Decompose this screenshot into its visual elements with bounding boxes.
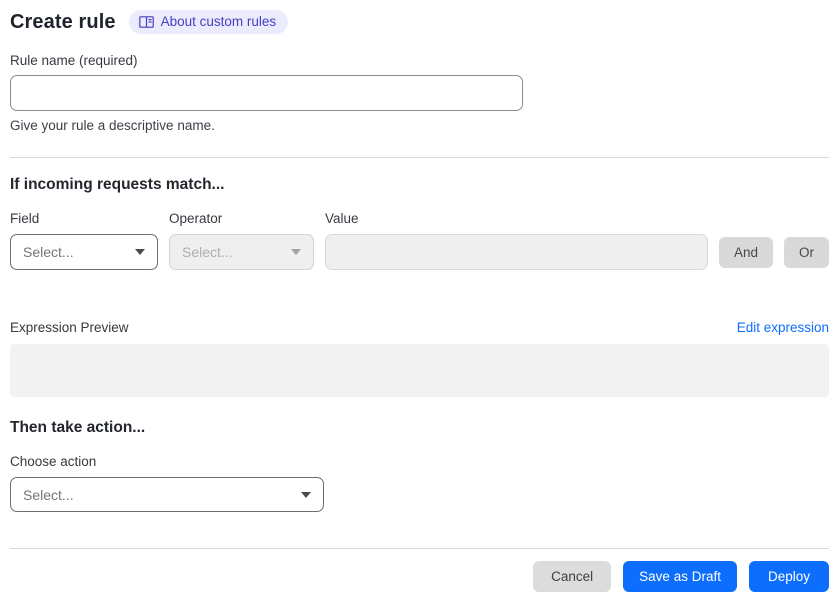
operator-label: Operator	[169, 211, 223, 226]
footer-actions: Cancel Save as Draft Deploy	[10, 561, 829, 592]
operator-select: Select...	[169, 234, 314, 270]
footer-divider	[10, 548, 829, 549]
match-condition-row: Field Select... Operator Select... Value…	[10, 211, 829, 270]
field-column: Field Select...	[10, 211, 158, 270]
expression-preview-row: Expression Preview Edit expression	[10, 320, 829, 335]
save-as-draft-button[interactable]: Save as Draft	[623, 561, 737, 592]
expression-preview-box	[10, 344, 829, 397]
operator-column: Operator Select...	[169, 211, 314, 270]
cancel-button[interactable]: Cancel	[533, 561, 612, 592]
book-icon	[138, 15, 154, 28]
chevron-down-icon	[135, 249, 145, 255]
field-select-placeholder: Select...	[23, 244, 74, 260]
value-input	[325, 234, 708, 270]
page-title: Create rule	[10, 10, 116, 33]
field-select[interactable]: Select...	[10, 234, 158, 270]
header: Create rule About custom rules	[10, 10, 829, 34]
rule-name-input[interactable]	[10, 75, 523, 111]
choose-action-label: Choose action	[10, 454, 97, 469]
section-divider	[10, 157, 829, 158]
rule-name-helper-text: Give your rule a descriptive name.	[10, 118, 215, 133]
about-custom-rules-badge[interactable]: About custom rules	[128, 10, 289, 34]
match-section-heading: If incoming requests match...	[10, 176, 225, 193]
action-select-placeholder: Select...	[23, 486, 74, 503]
about-badge-label: About custom rules	[160, 14, 277, 29]
action-section-heading: Then take action...	[10, 419, 146, 436]
create-rule-form: Create rule About custom rules Rule name…	[0, 0, 839, 592]
field-label: Field	[10, 211, 40, 226]
operator-select-placeholder: Select...	[182, 244, 233, 260]
rule-name-label: Rule name (required)	[10, 53, 138, 68]
and-or-buttons: And Or	[718, 237, 829, 268]
expression-preview-label: Expression Preview	[10, 320, 129, 335]
and-button[interactable]: And	[718, 237, 773, 268]
chevron-down-icon	[291, 249, 301, 255]
action-select[interactable]: Select...	[10, 477, 324, 512]
chevron-down-icon	[301, 491, 311, 498]
edit-expression-link[interactable]: Edit expression	[737, 320, 829, 335]
value-column: Value	[325, 211, 708, 270]
deploy-button[interactable]: Deploy	[748, 561, 829, 592]
value-label: Value	[325, 211, 359, 226]
or-button[interactable]: Or	[784, 237, 829, 268]
